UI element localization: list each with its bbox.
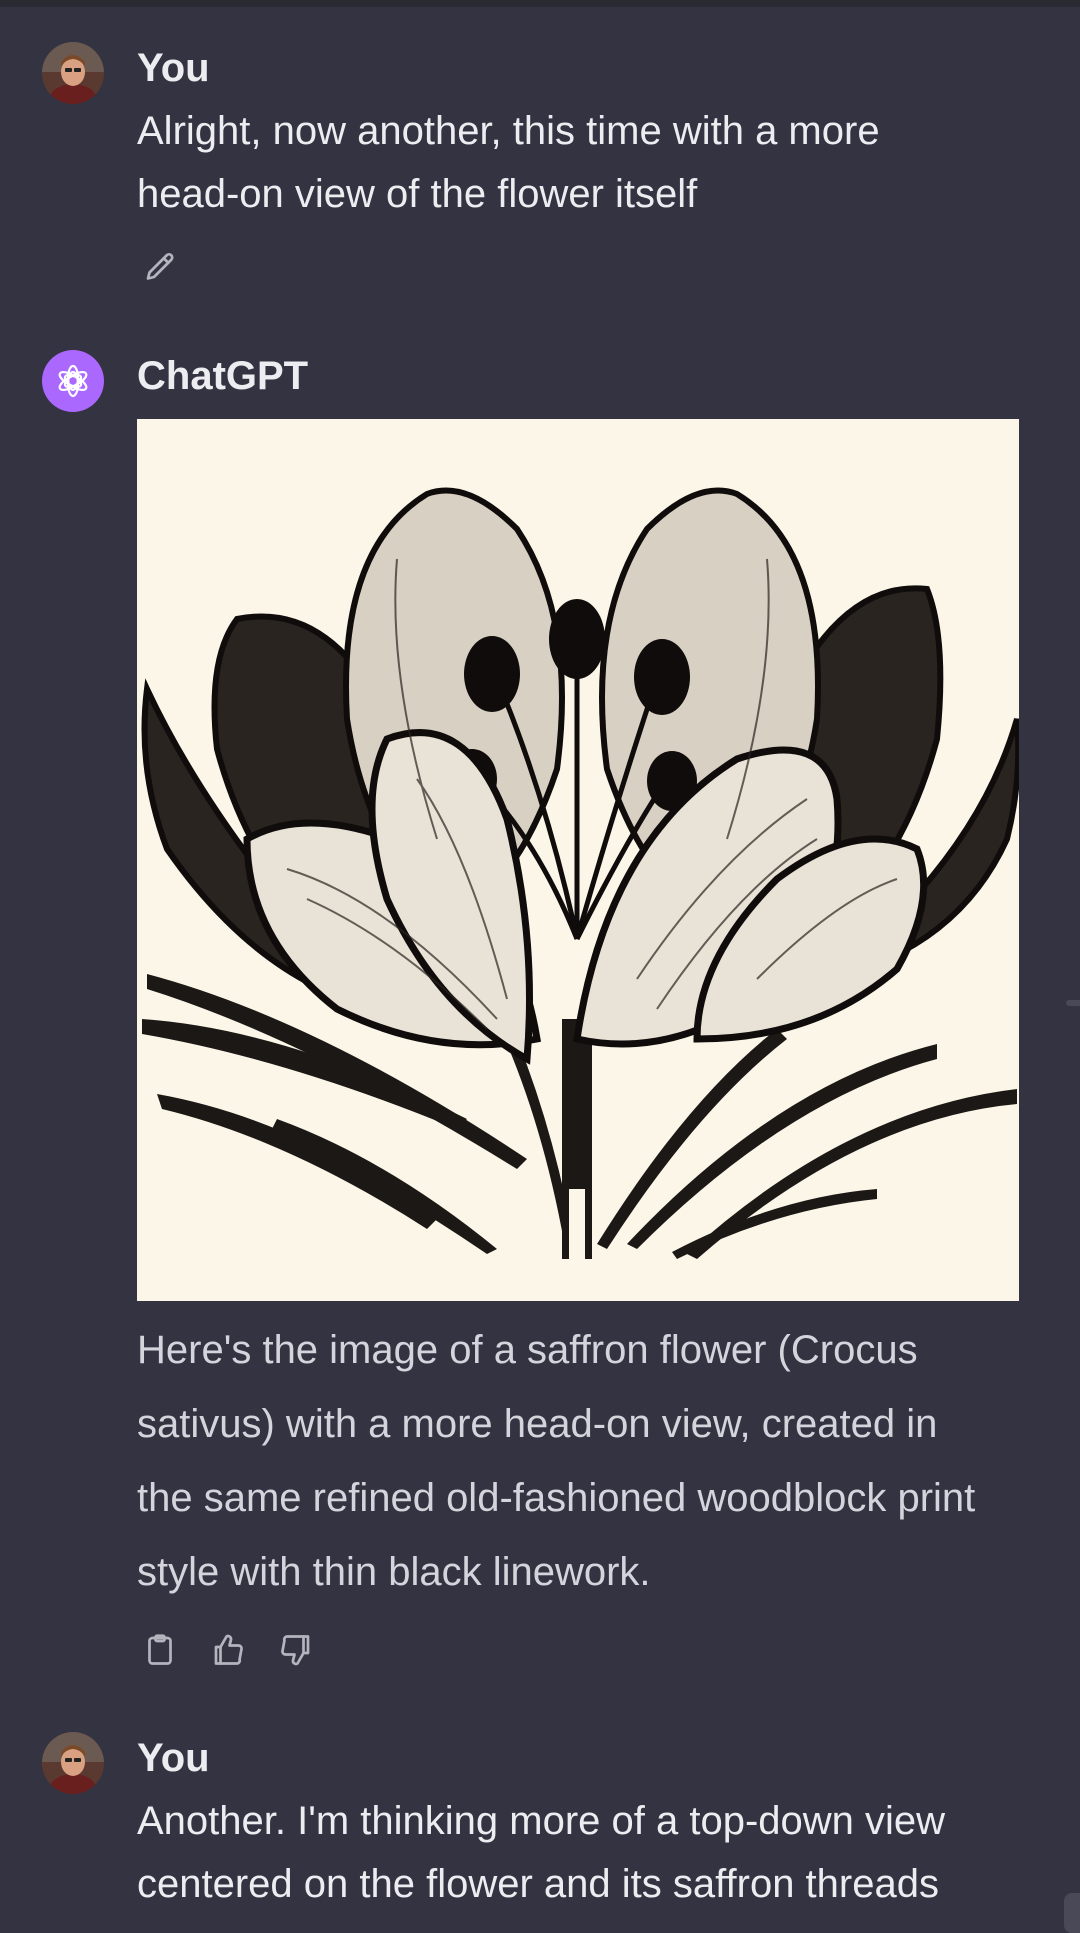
generated-image[interactable] <box>137 419 1019 1301</box>
message-author: ChatGPT <box>137 354 309 398</box>
message-text: Here's the image of a saffron flower (Cr… <box>137 1328 976 1594</box>
clipboard-icon[interactable] <box>138 1628 182 1672</box>
scrollbar-bottom[interactable] <box>1064 1893 1080 1933</box>
edit-icon[interactable] <box>138 246 182 290</box>
message-author: You <box>137 1736 210 1780</box>
chatgpt-avatar <box>42 350 104 412</box>
message-author: You <box>137 46 210 90</box>
scrollbar[interactable] <box>1066 1000 1080 1006</box>
message-text: Alright, now another, this time with a m… <box>137 109 880 216</box>
openai-logo-icon <box>58 364 88 398</box>
top-bar <box>0 0 1080 7</box>
user-avatar <box>42 1732 104 1794</box>
user-avatar <box>42 42 104 104</box>
thumbs-up-icon[interactable] <box>206 1628 250 1672</box>
message-text: Another. I'm thinking more of a top-down… <box>137 1799 946 1906</box>
thumbs-down-icon[interactable] <box>274 1628 318 1672</box>
